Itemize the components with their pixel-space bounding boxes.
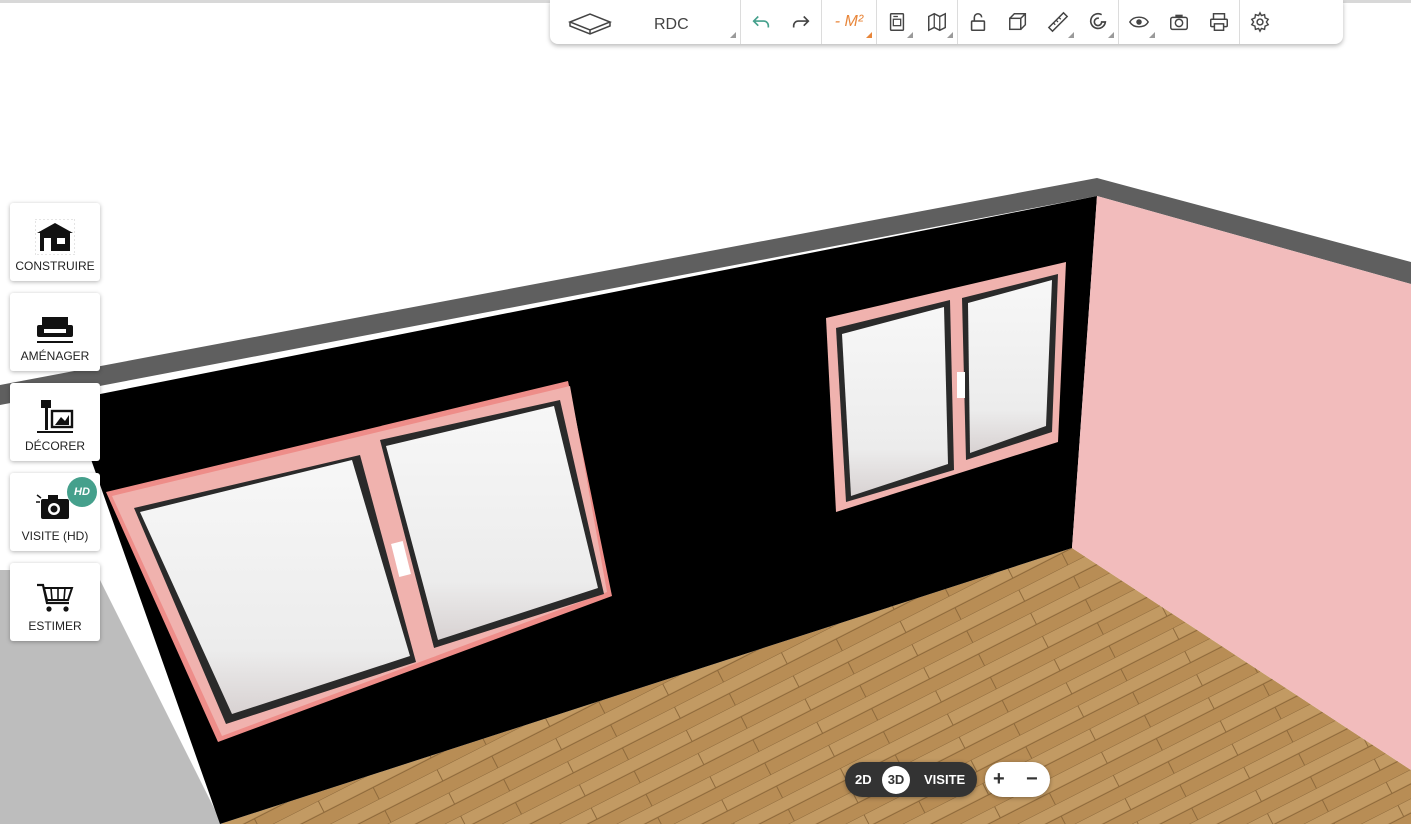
- magnet-icon: [1089, 12, 1107, 30]
- surface-button[interactable]: - M²: [822, 0, 876, 44]
- lock-icon: [970, 12, 986, 32]
- undo-icon: [752, 15, 770, 28]
- chevron-down-icon: [947, 32, 953, 38]
- level-selector[interactable]: RDC: [550, 0, 740, 44]
- camera-icon: [1170, 14, 1188, 31]
- settings-button[interactable]: [1240, 0, 1280, 44]
- cube-button[interactable]: [998, 0, 1038, 44]
- sidebar-item-label: VISITE (HD): [21, 529, 89, 543]
- view-visite-button[interactable]: VISITE: [924, 762, 965, 797]
- redo-button[interactable]: [781, 0, 821, 44]
- sidebar-item-decorer[interactable]: DÉCORER: [10, 383, 100, 461]
- sidebar-item-label: DÉCORER: [24, 439, 85, 453]
- ruler-icon: [1047, 11, 1069, 33]
- sidebar-item-construire[interactable]: CONSTRUIRE: [10, 203, 100, 281]
- camera-button[interactable]: [1159, 0, 1199, 44]
- chevron-down-icon: [1108, 32, 1114, 38]
- chevron-down-icon: [907, 32, 913, 38]
- magnet-button[interactable]: [1078, 0, 1118, 44]
- chevron-down-icon: [1149, 32, 1155, 38]
- level-label: RDC: [654, 16, 689, 33]
- eye-icon: [1128, 16, 1150, 28]
- 3d-viewport[interactable]: [0, 0, 1411, 824]
- undo-button[interactable]: [741, 0, 781, 44]
- sidebar-item-amenager[interactable]: AMÉNAGER: [10, 293, 100, 371]
- view-mode-switcher: 2D 3D VISITE: [845, 762, 977, 797]
- ruler-button[interactable]: [1038, 0, 1078, 44]
- zoom-in-button[interactable]: +: [993, 762, 1005, 797]
- document-icon: [889, 13, 905, 31]
- top-toolbar: RDC - M²: [550, 0, 1343, 44]
- view-2d-button[interactable]: 2D: [855, 762, 872, 797]
- lock-button[interactable]: [958, 0, 998, 44]
- chevron-down-icon: [1068, 32, 1074, 38]
- house-icon: [35, 219, 75, 255]
- printer-icon: [1210, 13, 1228, 31]
- gear-icon: [1250, 11, 1270, 33]
- sofa-icon: [37, 317, 73, 343]
- zoom-controls: + −: [985, 762, 1050, 797]
- map-button[interactable]: [917, 0, 957, 44]
- decor-icon: [37, 400, 74, 433]
- map-icon: [928, 12, 946, 32]
- chevron-down-icon: [730, 32, 736, 38]
- hd-badge: HD: [67, 477, 97, 507]
- document-button[interactable]: [877, 0, 917, 44]
- sidebar-item-label: ESTIMER: [28, 619, 82, 633]
- redo-icon: [792, 15, 810, 28]
- sidebar-item-estimer[interactable]: ESTIMER: [10, 563, 100, 641]
- cart-icon: [37, 583, 74, 612]
- sidebar-item-label: AMÉNAGER: [20, 349, 90, 363]
- view-3d-button[interactable]: 3D: [882, 766, 910, 794]
- print-button[interactable]: [1199, 0, 1239, 44]
- sidebar-item-label: CONSTRUIRE: [15, 259, 95, 273]
- surface-label: - M²: [834, 13, 864, 30]
- cube-icon: [1009, 13, 1027, 31]
- view-button[interactable]: [1119, 0, 1159, 44]
- chevron-down-icon: [866, 32, 872, 38]
- sidebar-item-visite-hd[interactable]: HD VISITE (HD): [10, 473, 100, 551]
- floor-plan-icon: [568, 13, 612, 35]
- zoom-out-button[interactable]: −: [1026, 762, 1038, 797]
